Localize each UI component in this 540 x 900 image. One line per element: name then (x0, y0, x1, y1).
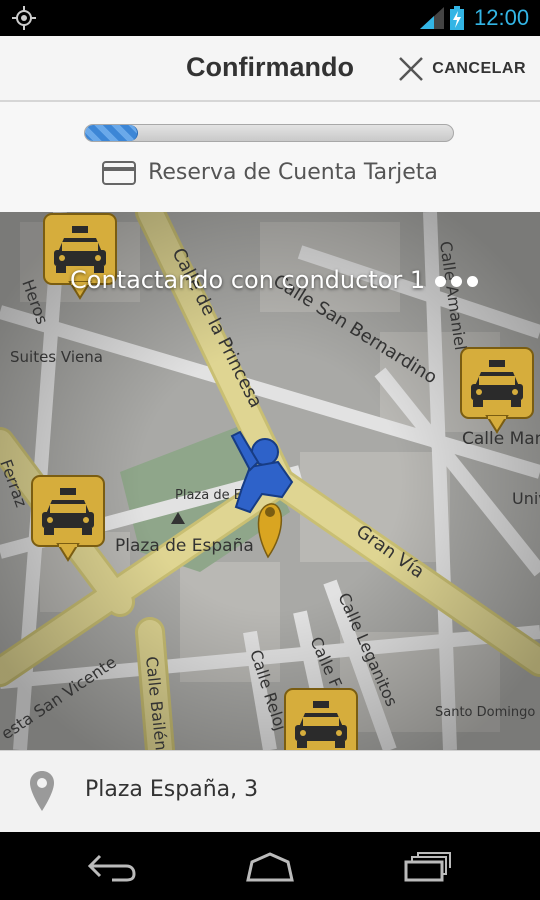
map-label-univ: Univ (512, 489, 540, 508)
payment-method: Reserva de Cuenta Tarjeta (0, 160, 540, 185)
map-label-santo-domingo: Santo Domingo (435, 705, 535, 720)
booking-panel: Reserva de Cuenta Tarjeta (0, 102, 540, 212)
map-label-calle-man: Calle Man (462, 429, 540, 449)
taxi-marker-icon[interactable] (284, 688, 358, 750)
cancel-button[interactable]: CANCELAR (398, 52, 526, 86)
close-icon (399, 57, 424, 81)
address-text: Plaza España, 3 (85, 777, 259, 802)
home-icon[interactable] (244, 850, 296, 884)
location-pin-icon (30, 771, 54, 811)
map-label-suites: Suites Viena (10, 348, 103, 366)
status-time: 12:00 (474, 5, 530, 30)
map-label-plaza-espana: Plaza de España (115, 536, 254, 556)
action-bar: Confirmando CANCELAR (0, 36, 540, 102)
map-label-plaza-small: Plaza de E (175, 488, 242, 503)
progress-bar (84, 124, 454, 142)
navigation-bar (0, 832, 540, 900)
address-bar[interactable]: Plaza España, 3 (0, 750, 540, 833)
back-icon[interactable] (86, 850, 138, 884)
cancel-label: CANCELAR (432, 60, 526, 77)
map-status-overlay: Contactando con conductor 1 (70, 266, 483, 294)
recent-apps-icon[interactable] (402, 850, 454, 884)
battery-charging-icon (450, 6, 464, 30)
credit-card-icon (102, 160, 137, 185)
loading-dots-icon (435, 266, 483, 294)
progress-fill (85, 125, 138, 141)
location-target-icon (12, 6, 36, 30)
payment-label: Reserva de Cuenta Tarjeta (148, 160, 438, 185)
map-status-text: Contactando con conductor 1 (70, 266, 426, 294)
signal-icon (420, 7, 444, 29)
map-view[interactable]: Heros Suites Viena Calle de la Princesa … (0, 212, 540, 750)
status-bar: 12:00 (0, 0, 540, 36)
